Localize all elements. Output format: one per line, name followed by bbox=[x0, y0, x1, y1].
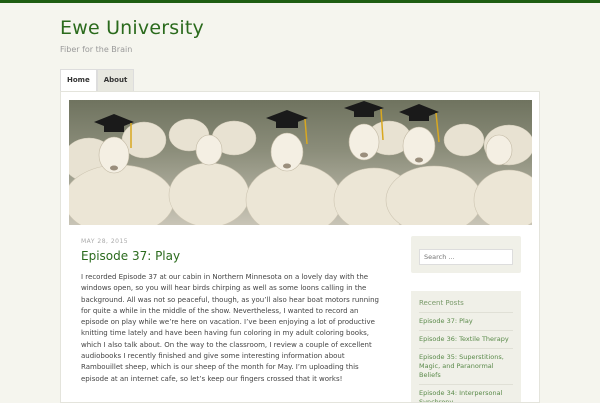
post-body: I recorded Episode 37 at our cabin in No… bbox=[81, 272, 381, 395]
nav-item-home[interactable]: Home bbox=[60, 69, 97, 91]
recent-post-link[interactable]: Episode 36: Textile Therapy bbox=[419, 330, 513, 348]
recent-posts-widget: Recent Posts Episode 37: Play Episode 36… bbox=[411, 291, 521, 402]
search-input[interactable] bbox=[419, 249, 513, 265]
main-nav: Home About bbox=[60, 69, 135, 91]
sheep-graduates-illustration bbox=[69, 101, 532, 225]
sidebar: Recent Posts Episode 37: Play Episode 36… bbox=[411, 236, 521, 402]
recent-post-link[interactable]: Episode 37: Play bbox=[419, 312, 513, 330]
site-tagline: Fiber for the Brain bbox=[60, 45, 133, 54]
site-title[interactable]: Ewe University bbox=[60, 17, 204, 39]
recent-posts-title: Recent Posts bbox=[419, 299, 464, 307]
post-title[interactable]: Episode 37: Play bbox=[81, 249, 180, 263]
post-paragraph: I recorded Episode 37 at our cabin in No… bbox=[81, 273, 379, 383]
content-area: MAY 28, 2015 Episode 37: Play I recorded… bbox=[60, 91, 540, 403]
header-image bbox=[69, 100, 532, 225]
recent-post-link[interactable]: Episode 35: Superstitions, Magic, and Pa… bbox=[419, 348, 513, 384]
nav-item-about[interactable]: About bbox=[96, 69, 135, 91]
post-date[interactable]: MAY 28, 2015 bbox=[81, 238, 128, 245]
search-widget bbox=[411, 236, 521, 273]
recent-post-link[interactable]: Episode 34: Interpersonal Synchrony bbox=[419, 384, 513, 402]
